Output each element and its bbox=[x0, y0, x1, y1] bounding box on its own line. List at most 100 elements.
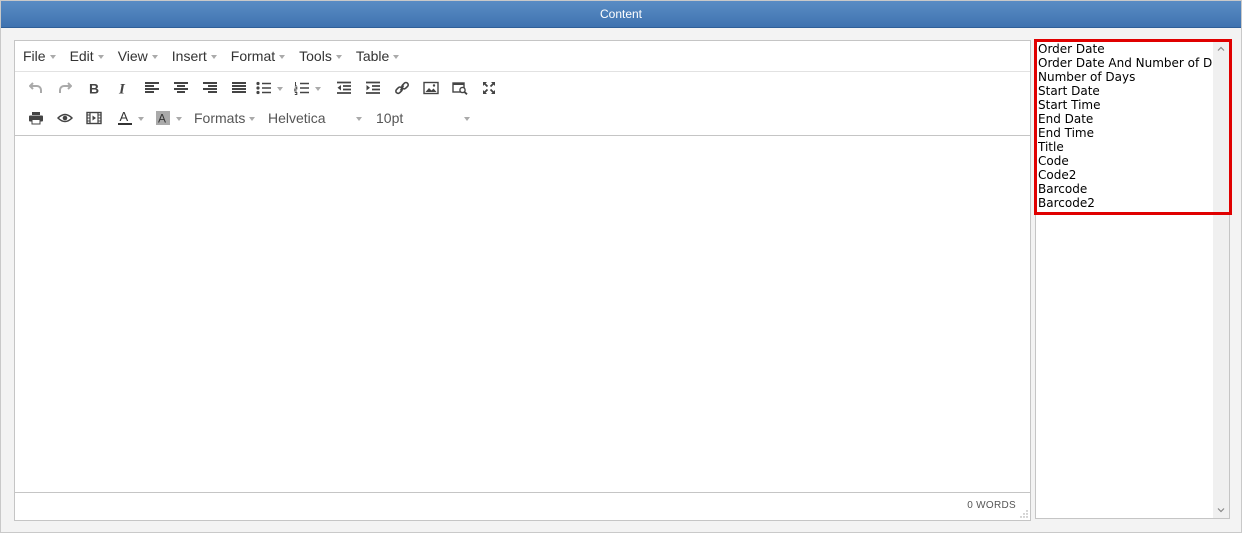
italic-icon: I bbox=[118, 82, 126, 96]
media-button[interactable] bbox=[79, 106, 108, 130]
chevron-down-icon[interactable] bbox=[138, 116, 144, 121]
indent-icon bbox=[365, 81, 380, 94]
numbered-list-button[interactable] bbox=[291, 76, 329, 100]
align-left-button[interactable] bbox=[137, 76, 166, 100]
chevron-down-icon bbox=[97, 54, 104, 59]
outdent-button[interactable] bbox=[329, 76, 358, 100]
print-button[interactable] bbox=[21, 106, 50, 130]
field-list-scrollbar[interactable] bbox=[1213, 41, 1229, 518]
indent-button[interactable] bbox=[358, 76, 387, 100]
content-panel: Content File Edit View Insert Format Too… bbox=[0, 0, 1242, 533]
word-count: 0 WORDS bbox=[967, 500, 1016, 511]
chevron-down-icon[interactable] bbox=[277, 86, 283, 91]
chevron-down-icon bbox=[49, 54, 56, 59]
field-item[interactable]: End Time bbox=[1038, 126, 1214, 140]
menu-tools[interactable]: Tools bbox=[299, 48, 342, 64]
menu-view[interactable]: View bbox=[118, 48, 158, 64]
editor-content-area[interactable] bbox=[15, 136, 1030, 494]
bold-icon: B bbox=[89, 81, 99, 95]
redo-button[interactable] bbox=[50, 76, 79, 100]
bullet-list-main[interactable] bbox=[253, 76, 275, 100]
font-family-value: Helvetica bbox=[268, 110, 326, 126]
svg-text:I: I bbox=[118, 82, 126, 96]
chevron-down-icon bbox=[356, 116, 362, 121]
chevron-down-icon bbox=[393, 54, 400, 59]
chevron-down-icon bbox=[335, 54, 342, 59]
editor-statusbar: 0 WORDS bbox=[15, 492, 1030, 520]
numbered-list-main[interactable] bbox=[291, 76, 313, 100]
align-center-icon bbox=[173, 82, 188, 93]
align-justify-button[interactable] bbox=[224, 76, 253, 100]
panel-title: Content bbox=[1, 1, 1241, 28]
field-item[interactable]: Barcode bbox=[1038, 182, 1214, 196]
chevron-down-icon[interactable] bbox=[176, 116, 182, 121]
menu-table-label: Table bbox=[355, 48, 390, 64]
link-button[interactable] bbox=[387, 76, 416, 100]
preview-button[interactable] bbox=[50, 106, 79, 130]
font-size-value: 10pt bbox=[376, 110, 404, 126]
toolbar-row-1: B I bbox=[15, 73, 1030, 103]
image-icon bbox=[422, 81, 439, 95]
chevron-down-icon bbox=[464, 116, 470, 121]
chevron-down-icon bbox=[249, 116, 256, 121]
menu-file[interactable]: File bbox=[23, 48, 56, 64]
text-color-main[interactable]: A bbox=[114, 106, 136, 130]
svg-text:A: A bbox=[158, 112, 166, 126]
menu-format[interactable]: Format bbox=[230, 48, 286, 64]
media-icon bbox=[85, 111, 102, 125]
field-item[interactable]: Code2 bbox=[1038, 168, 1214, 182]
menu-table[interactable]: Table bbox=[355, 48, 400, 64]
menu-file-label: File bbox=[23, 48, 46, 64]
numbered-list-icon bbox=[294, 82, 309, 95]
field-item[interactable]: Order Date bbox=[1038, 42, 1214, 56]
bold-button[interactable]: B bbox=[79, 76, 108, 100]
print-icon bbox=[28, 112, 43, 125]
undo-button[interactable] bbox=[21, 76, 50, 100]
align-right-icon bbox=[202, 82, 217, 93]
font-size-dropdown[interactable]: 10pt bbox=[376, 106, 474, 130]
align-justify-icon bbox=[231, 82, 246, 93]
undo-icon bbox=[28, 82, 42, 93]
image-button[interactable] bbox=[416, 76, 445, 100]
chevron-down-icon bbox=[210, 54, 217, 59]
font-family-dropdown[interactable]: Helvetica bbox=[268, 106, 376, 130]
field-item[interactable]: Title bbox=[1038, 140, 1214, 154]
menu-format-label: Format bbox=[230, 48, 276, 64]
field-item[interactable]: Number of Days bbox=[1038, 70, 1214, 84]
toolbar-row-2: A A Formats Helvetica 10pt bbox=[15, 103, 1030, 133]
field-item[interactable]: Start Date bbox=[1038, 84, 1214, 98]
background-color-button[interactable]: A bbox=[152, 106, 190, 130]
menu-edit-label: Edit bbox=[69, 48, 94, 64]
editor-toolbars: B I A A Formats Helvetica 10pt bbox=[15, 73, 1030, 136]
chevron-up-icon[interactable] bbox=[1216, 44, 1226, 54]
menu-tools-label: Tools bbox=[299, 48, 332, 64]
chevron-down-icon bbox=[279, 54, 286, 59]
field-item[interactable]: Order Date And Number of Days bbox=[1038, 56, 1214, 70]
chevron-down-icon[interactable] bbox=[315, 86, 321, 91]
field-item[interactable]: End Date bbox=[1038, 112, 1214, 126]
svg-text:B: B bbox=[89, 81, 99, 95]
field-list-items: Order Date Order Date And Number of Days… bbox=[1038, 42, 1214, 210]
menu-insert[interactable]: Insert bbox=[172, 48, 217, 64]
text-color-icon: A bbox=[118, 110, 132, 125]
bullet-list-button[interactable] bbox=[253, 76, 291, 100]
formats-dropdown[interactable]: Formats bbox=[194, 106, 268, 130]
menu-edit[interactable]: Edit bbox=[70, 48, 104, 64]
align-center-button[interactable] bbox=[166, 76, 195, 100]
background-color-main[interactable]: A bbox=[152, 106, 174, 130]
field-item[interactable]: Barcode2 bbox=[1038, 196, 1214, 210]
field-item[interactable]: Code bbox=[1038, 154, 1214, 168]
menu-view-label: View bbox=[117, 48, 148, 64]
fullscreen-button[interactable] bbox=[474, 76, 503, 100]
text-color-button[interactable]: A bbox=[114, 106, 152, 130]
resize-handle-icon[interactable] bbox=[1020, 510, 1028, 518]
outdent-icon bbox=[336, 81, 351, 94]
formats-label: Formats bbox=[194, 110, 246, 126]
align-right-button[interactable] bbox=[195, 76, 224, 100]
background-color-icon: A bbox=[156, 111, 170, 126]
chevron-down-icon[interactable] bbox=[1216, 505, 1226, 515]
field-item[interactable]: Start Time bbox=[1038, 98, 1214, 112]
media-search-button[interactable] bbox=[445, 76, 474, 100]
italic-button[interactable]: I bbox=[108, 76, 137, 100]
field-list[interactable]: Order Date Order Date And Number of Days… bbox=[1035, 40, 1230, 519]
